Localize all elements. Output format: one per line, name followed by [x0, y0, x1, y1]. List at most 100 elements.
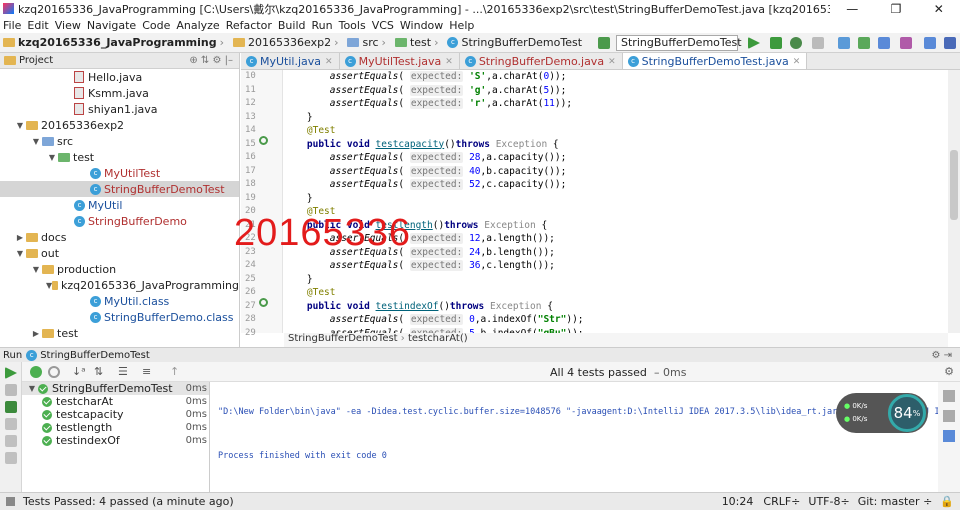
settings-icon[interactable] [5, 452, 17, 464]
vcs-compare-icon[interactable] [878, 37, 890, 49]
project-tree-item[interactable]: ▶ test [0, 325, 239, 341]
console-output[interactable]: "D:\New Folder\bin\java" -ea -Didea.test… [212, 382, 938, 492]
collapsed-arrow-icon[interactable]: ▶ [30, 329, 42, 338]
project-tree-item[interactable]: ▼ production [0, 261, 239, 277]
menu-code[interactable]: Code [142, 19, 170, 32]
prev-test-icon[interactable]: ↑ [170, 365, 179, 378]
lock-icon[interactable]: 🔒 [940, 495, 954, 508]
project-structure-icon[interactable] [924, 37, 936, 49]
project-tree-item[interactable]: c MyUtil [0, 197, 239, 213]
expanded-arrow-icon[interactable]: ▼ [30, 265, 42, 274]
menu-window[interactable]: Window [400, 19, 443, 32]
project-tree-item[interactable]: c MyUtilTest [0, 165, 239, 181]
debug-icon[interactable] [770, 37, 782, 49]
breadcrumb-class[interactable]: c StringBufferDemoTest [444, 36, 585, 49]
expanded-arrow-icon[interactable]: ▼ [30, 137, 42, 146]
expanded-arrow-icon[interactable]: ▼ [46, 153, 58, 162]
tab-stringbufferdemo[interactable]: c StringBufferDemo.java ✕ [460, 53, 623, 69]
vcs-commit-icon[interactable] [858, 37, 870, 49]
editor-breadcrumb-class[interactable]: StringBufferDemoTest [288, 333, 398, 344]
tab-myutiltest[interactable]: c MyUtilTest.java ✕ [340, 53, 460, 69]
scroll-to-end-icon[interactable] [943, 390, 955, 402]
code-editor[interactable]: assertEquals( expected: 'S',a.charAt(0))… [284, 70, 948, 333]
project-tree-item[interactable]: Ksmm.java [0, 85, 239, 101]
project-tree-item[interactable]: c StringBufferDemo [0, 213, 239, 229]
layout-icon[interactable] [5, 435, 17, 447]
project-tree-item[interactable]: ▼ src [0, 133, 239, 149]
run-settings-icon[interactable]: ⚙ ⇥ [931, 350, 952, 361]
menu-edit[interactable]: Edit [27, 19, 48, 32]
project-header[interactable]: Project ⊕ ⇅ ⚙ |– [0, 53, 239, 69]
menu-vcs[interactable]: VCS [372, 19, 394, 32]
close-tab-icon[interactable]: ✕ [445, 57, 453, 67]
menu-navigate[interactable]: Navigate [87, 19, 136, 32]
project-tree-item[interactable]: ▶ docs [0, 229, 239, 245]
menu-refactor[interactable]: Refactor [226, 19, 272, 32]
breadcrumb-module[interactable]: 20165336exp2 › [230, 36, 344, 49]
collapsed-arrow-icon[interactable]: ▶ [14, 233, 26, 242]
run-icon[interactable] [748, 37, 760, 49]
line-separator[interactable]: CRLF÷ [763, 495, 800, 508]
run-test-gutter-icon[interactable] [259, 136, 268, 145]
expanded-arrow-icon[interactable]: ▼ [14, 249, 26, 258]
tab-myutil[interactable]: c MyUtil.java ✕ [241, 53, 340, 69]
project-tree-item[interactable]: Hello.java [0, 69, 239, 85]
project-options-icon[interactable]: ⊕ ⇅ ⚙ |– [189, 55, 233, 66]
menu-help[interactable]: Help [449, 19, 474, 32]
show-ignored-icon[interactable] [48, 366, 60, 378]
project-tree-item[interactable]: shiyan1.java [0, 101, 239, 117]
tab-stringbufferdemotest[interactable]: c StringBufferDemoTest.java ✕ [622, 53, 808, 69]
test-row[interactable]: testindexOf 0ms [22, 434, 209, 447]
stop-icon[interactable] [5, 384, 17, 396]
menu-analyze[interactable]: Analyze [176, 19, 219, 32]
menu-file[interactable]: File [3, 19, 21, 32]
project-tree-item[interactable]: ▼ test [0, 149, 239, 165]
editor-breadcrumb-method[interactable]: testcharAt() [408, 333, 468, 344]
revert-icon[interactable] [900, 37, 912, 49]
menu-tools[interactable]: Tools [339, 19, 366, 32]
project-tree-item[interactable]: ▼ 20165336exp2 [0, 117, 239, 133]
project-tree-item[interactable]: ▼ kzq20165336_JavaProgramming [0, 277, 239, 293]
test-row[interactable]: testcapacity 0ms [22, 408, 209, 421]
run-test-gutter-icon[interactable] [259, 298, 268, 307]
rerun-failed-icon[interactable] [5, 401, 17, 413]
run-config-label[interactable]: StringBufferDemoTest [40, 350, 150, 361]
sort-icon[interactable]: ↓ᵃ [72, 365, 86, 378]
show-passed-icon[interactable] [30, 366, 42, 378]
project-tree-item[interactable]: c MyUtil.class [0, 293, 239, 309]
maximize-button[interactable]: ❐ [891, 2, 902, 16]
sort-duration-icon[interactable]: ⇅ [94, 365, 103, 378]
close-tab-icon[interactable]: ✕ [325, 57, 333, 67]
tool-windows-icon[interactable] [6, 497, 15, 506]
expanded-arrow-icon[interactable]: ▼ [14, 121, 26, 130]
coverage-icon[interactable] [790, 37, 802, 49]
menu-view[interactable]: View [55, 19, 81, 32]
git-branch[interactable]: Git: master ÷ [858, 495, 933, 508]
print-icon[interactable] [943, 410, 955, 422]
status-message[interactable]: Tests Passed: 4 passed (a minute ago) [23, 495, 234, 508]
close-tab-icon[interactable]: ✕ [608, 57, 616, 67]
breadcrumb-test[interactable]: test › [392, 36, 445, 49]
editor-scrollbar[interactable] [948, 70, 960, 333]
rerun-icon[interactable] [5, 367, 17, 379]
minimize-button[interactable]: — [846, 2, 858, 16]
test-row[interactable]: testcharAt 0ms [22, 395, 209, 408]
stop-icon[interactable] [812, 37, 824, 49]
test-suite-row[interactable]: ▼ StringBufferDemoTest 0ms [22, 382, 209, 395]
clear-icon[interactable] [943, 430, 955, 442]
vcs-update-icon[interactable] [838, 37, 850, 49]
close-tab-icon[interactable]: ✕ [793, 57, 801, 67]
breadcrumb-src[interactable]: src › [344, 36, 391, 49]
breadcrumb-project[interactable]: kzq20165336_JavaProgramming › [0, 36, 230, 49]
project-tree-item[interactable]: c StringBufferDemoTest [0, 181, 239, 197]
file-encoding[interactable]: UTF-8÷ [808, 495, 849, 508]
export-icon[interactable]: ⚙ [944, 365, 954, 378]
menu-run[interactable]: Run [312, 19, 333, 32]
project-tree-item[interactable]: ▼ out [0, 245, 239, 261]
build-icon[interactable] [598, 37, 610, 49]
search-everywhere-icon[interactable] [944, 37, 956, 49]
test-row[interactable]: testlength 0ms [22, 421, 209, 434]
run-tab-label[interactable]: Run [3, 350, 22, 361]
caret-position[interactable]: 10:24 [722, 495, 754, 508]
run-configuration-select[interactable]: StringBufferDemoTest▾ [616, 35, 742, 63]
